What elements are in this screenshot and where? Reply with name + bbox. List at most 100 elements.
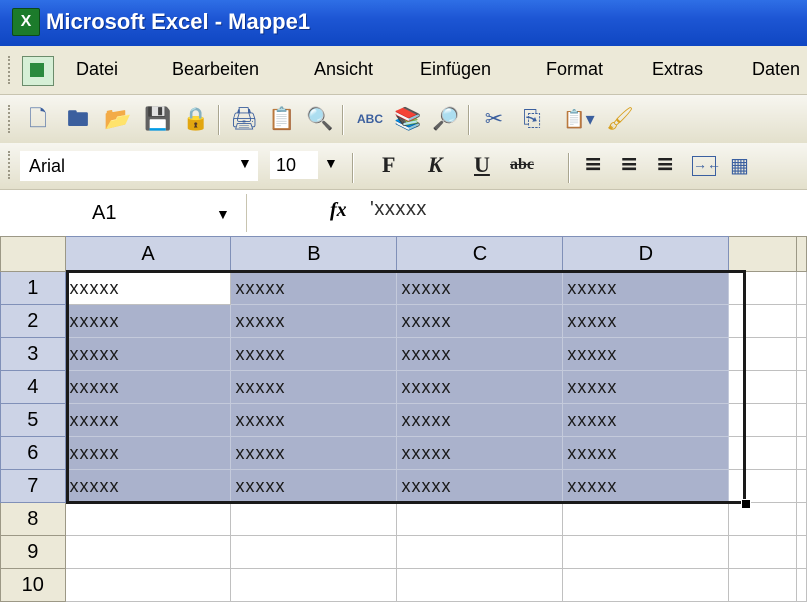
align-left-icon[interactable]: ≡ xyxy=(584,150,602,180)
cell[interactable]: xxxxx xyxy=(562,370,730,404)
cell[interactable] xyxy=(562,502,730,536)
paste-icon[interactable]: 📋▾ xyxy=(556,105,602,133)
row-header[interactable]: 5 xyxy=(0,403,66,437)
cell[interactable]: xxxxx xyxy=(64,337,232,371)
cell[interactable] xyxy=(396,568,564,602)
currency-icon[interactable]: ▦ xyxy=(730,150,749,180)
cell[interactable] xyxy=(230,502,398,536)
menu-daten[interactable]: Daten xyxy=(752,59,800,80)
cell[interactable]: xxxxx xyxy=(230,436,398,470)
column-header-f[interactable] xyxy=(796,236,807,272)
cell[interactable] xyxy=(728,370,798,404)
strikethrough-button[interactable]: abc xyxy=(510,150,534,180)
cell[interactable]: xxxxx xyxy=(562,469,730,503)
row-header[interactable]: 3 xyxy=(0,337,66,371)
column-header-a[interactable]: A xyxy=(64,236,232,272)
cell[interactable]: xxxxx xyxy=(562,304,730,338)
cell[interactable] xyxy=(396,535,564,569)
cell[interactable]: xxxxx xyxy=(230,304,398,338)
format-painter-icon[interactable]: 🖌 xyxy=(606,105,634,133)
fx-icon[interactable]: fx xyxy=(330,199,347,222)
print-preview-icon[interactable]: 📋 xyxy=(268,105,296,133)
cell[interactable] xyxy=(728,436,798,470)
cell[interactable]: xxxxx xyxy=(396,337,564,371)
cell[interactable]: xxxxx xyxy=(64,304,232,338)
cell[interactable]: xxxxx xyxy=(64,436,232,470)
select-all-corner[interactable] xyxy=(0,236,66,272)
print-icon[interactable]: 🖨 xyxy=(230,105,258,133)
merge-center-icon[interactable]: →← xyxy=(692,156,721,176)
column-header-e[interactable] xyxy=(728,236,798,272)
cell[interactable]: xxxxx xyxy=(562,403,730,437)
cell[interactable] xyxy=(796,469,807,503)
cell[interactable] xyxy=(728,502,798,536)
track-icon[interactable]: 🔎 xyxy=(432,105,460,133)
cell[interactable]: xxxxx xyxy=(396,436,564,470)
cell[interactable] xyxy=(728,469,798,503)
cell[interactable]: xxxxx xyxy=(64,271,232,305)
italic-button[interactable]: K xyxy=(428,150,443,180)
font-size-select[interactable]: 10 xyxy=(270,151,318,179)
cell[interactable]: xxxxx xyxy=(230,271,398,305)
cell[interactable] xyxy=(728,337,798,371)
cell[interactable]: xxxxx xyxy=(230,403,398,437)
grip-handle[interactable] xyxy=(8,151,13,179)
cell[interactable]: xxxxx xyxy=(64,403,232,437)
cell[interactable]: xxxxx xyxy=(396,271,564,305)
row-header[interactable]: 1 xyxy=(0,271,66,305)
open-icon[interactable]: 🖿 xyxy=(64,105,92,133)
chevron-down-icon[interactable]: ▼ xyxy=(238,155,252,171)
column-header-b[interactable]: B xyxy=(230,236,398,272)
chevron-down-icon[interactable]: ▼ xyxy=(216,206,230,222)
bold-button[interactable]: F xyxy=(382,150,395,180)
research-icon[interactable]: 📚 xyxy=(394,105,422,133)
underline-button[interactable]: U xyxy=(474,150,490,180)
spelling-icon[interactable]: ABC xyxy=(356,105,384,133)
copy-icon[interactable]: ⎘ xyxy=(518,105,546,133)
name-box[interactable]: A1 ▼ xyxy=(0,194,247,232)
cell[interactable]: xxxxx xyxy=(562,271,730,305)
chevron-down-icon[interactable]: ▼ xyxy=(324,155,338,171)
cell[interactable] xyxy=(728,403,798,437)
save-icon[interactable]: 💾 xyxy=(144,105,172,133)
column-header-d[interactable]: D xyxy=(562,236,730,272)
row-header[interactable]: 9 xyxy=(0,535,66,569)
menu-ansicht[interactable]: Ansicht xyxy=(314,59,373,80)
cell[interactable] xyxy=(396,502,564,536)
cell[interactable] xyxy=(230,535,398,569)
cell[interactable] xyxy=(230,568,398,602)
cell[interactable] xyxy=(796,271,807,305)
cell[interactable] xyxy=(796,568,807,602)
cell[interactable] xyxy=(796,502,807,536)
cell[interactable] xyxy=(728,568,798,602)
cell[interactable]: xxxxx xyxy=(396,370,564,404)
formula-input[interactable]: 'xxxxx xyxy=(370,198,427,221)
cell[interactable] xyxy=(796,304,807,338)
row-header[interactable]: 7 xyxy=(0,469,66,503)
cell[interactable]: xxxxx xyxy=(64,370,232,404)
cell[interactable] xyxy=(64,502,232,536)
folder-icon[interactable]: 📂 xyxy=(104,105,132,133)
row-header[interactable]: 4 xyxy=(0,370,66,404)
menu-bearbeiten[interactable]: Bearbeiten xyxy=(172,59,259,80)
cell[interactable]: xxxxx xyxy=(396,469,564,503)
column-header-c[interactable]: C xyxy=(396,236,564,272)
cell[interactable] xyxy=(728,271,798,305)
cell[interactable] xyxy=(796,403,807,437)
cell[interactable] xyxy=(796,337,807,371)
cell[interactable]: xxxxx xyxy=(562,436,730,470)
cell[interactable] xyxy=(64,535,232,569)
cell[interactable]: xxxxx xyxy=(396,403,564,437)
font-select[interactable]: Arial xyxy=(20,151,258,181)
permission-icon[interactable]: 🔒 xyxy=(182,105,210,133)
menu-datei[interactable]: Datei xyxy=(76,59,118,80)
row-header[interactable]: 2 xyxy=(0,304,66,338)
menu-format[interactable]: Format xyxy=(546,59,603,80)
cell[interactable]: xxxxx xyxy=(562,337,730,371)
align-center-icon[interactable]: ≡ xyxy=(620,150,638,180)
excel-icon[interactable]: X xyxy=(12,8,40,36)
cell[interactable] xyxy=(796,370,807,404)
cell[interactable]: xxxxx xyxy=(396,304,564,338)
menu-extras[interactable]: Extras xyxy=(652,59,703,80)
row-header[interactable]: 10 xyxy=(0,568,66,602)
